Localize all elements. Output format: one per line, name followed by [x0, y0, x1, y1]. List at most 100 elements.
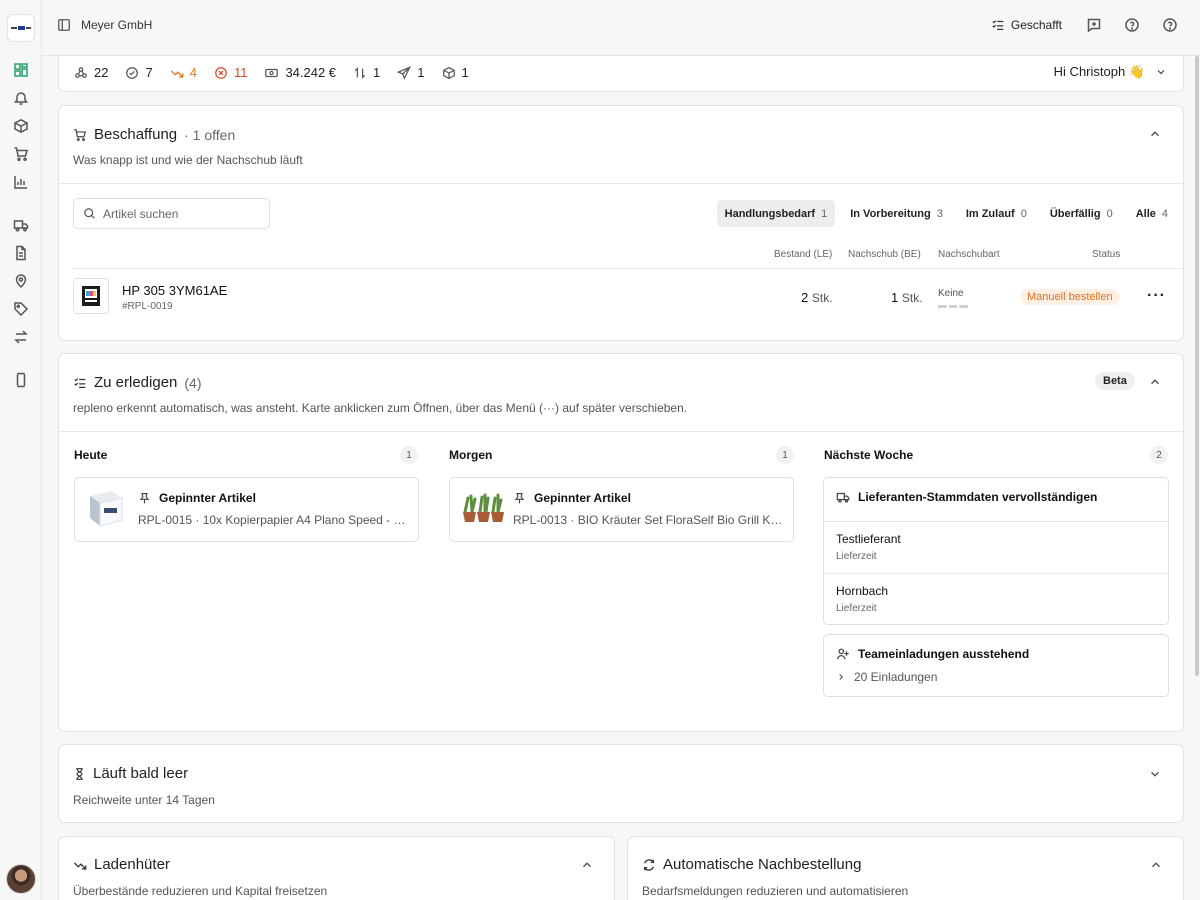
filter-preparing[interactable]: In Vorbereitung 3	[842, 200, 951, 227]
collapse-icon[interactable]	[1148, 375, 1162, 389]
filter-label: Handlungsbedarf	[724, 207, 816, 220]
slow-movers-subtitle: Überbestände reduzieren und Kapital frei…	[73, 884, 328, 898]
help-icon[interactable]	[1124, 17, 1140, 33]
supplier-name[interactable]: Testlieferant	[836, 532, 901, 546]
stat-low[interactable]: 4	[170, 65, 197, 80]
stat-value: 7	[145, 65, 153, 80]
package-icon[interactable]	[13, 118, 29, 134]
stat-sent[interactable]: 1	[397, 65, 425, 80]
document-icon[interactable]	[13, 245, 29, 261]
filter-overdue[interactable]: Überfällig 0	[1042, 200, 1121, 227]
stats-list: 22 7 4 11 34.242 € 1 1 1	[74, 65, 469, 80]
dashboard-icon[interactable]	[13, 62, 29, 78]
sidebar-toggle-icon[interactable]	[57, 18, 71, 32]
filter-count: 4	[1161, 207, 1168, 220]
done-button[interactable]: Geschafft	[991, 18, 1062, 32]
chart-icon[interactable]	[13, 174, 29, 190]
feedback-icon[interactable]	[1086, 17, 1102, 33]
chevron-down-icon	[1157, 70, 1165, 75]
stat-packages[interactable]: 1	[442, 65, 469, 80]
article-search[interactable]	[73, 198, 270, 229]
supplier-detail: Lieferzeit	[836, 551, 877, 562]
todo-title: Zu erledigen	[94, 374, 178, 391]
invitation-expander[interactable]: 20 Einladungen	[836, 670, 1136, 684]
user-menu[interactable]: Hi Christoph 👋	[1054, 64, 1167, 80]
cart-icon[interactable]	[13, 146, 29, 162]
stat-capital[interactable]: 34.242 €	[264, 65, 336, 80]
supplier-data-card[interactable]: Lieferanten-Stammdaten vervollständigen …	[823, 477, 1169, 625]
auto-reorder-card: Automatische Nachbestellung Bedarfsmeldu…	[627, 836, 1184, 900]
task-title: Gepinnter Artikel	[159, 491, 256, 505]
quantity-value: 2	[801, 290, 809, 305]
stat-critical[interactable]: 11	[214, 65, 248, 80]
send-icon	[397, 65, 412, 80]
map-pin-icon[interactable]	[13, 273, 29, 289]
running-low-card: Läuft bald leer Reichweite unter 14 Tage…	[58, 744, 1184, 823]
mobile-icon[interactable]	[13, 372, 29, 388]
today-task-card[interactable]: Gepinnter Artikel RPL-0015 · 10x Kopierp…	[74, 477, 419, 542]
page-scrollbar[interactable]	[1195, 56, 1199, 676]
company-logo[interactable]	[7, 14, 35, 42]
x-circle-icon	[215, 66, 227, 79]
supplier-name[interactable]: Hornbach	[836, 584, 888, 598]
slow-movers-card: Ladenhüter Überbestände reduzieren und K…	[58, 836, 615, 900]
task-title-row: Gepinnter Artikel	[513, 491, 631, 505]
user-avatar[interactable]	[6, 864, 36, 894]
procurement-subtitle: Was knapp ist und wie der Nachschub läuf…	[73, 153, 303, 167]
tomorrow-task-card[interactable]: Gepinnter Artikel RPL-0013 · BIO Kräuter…	[449, 477, 794, 542]
procurement-title-row: Beschaffung · 1 offen	[73, 126, 235, 143]
support-icon[interactable]	[1162, 17, 1178, 33]
transfer-icon[interactable]	[13, 329, 29, 345]
filter-action-needed[interactable]: Handlungsbedarf 1	[716, 200, 836, 227]
team-invitations-card[interactable]: Teameinladungen ausstehend 20 Einladunge…	[823, 634, 1169, 697]
task-title: Gepinnter Artikel	[534, 491, 631, 505]
chevron-down-icon[interactable]	[1148, 767, 1162, 781]
today-count: 1	[400, 446, 418, 464]
company-switcher[interactable]: Meyer GmbH	[57, 18, 152, 32]
truck-icon[interactable]	[13, 217, 29, 233]
trend-down-icon	[73, 861, 87, 870]
auto-reorder-subtitle: Bedarfsmeldungen reduzieren und automati…	[642, 884, 909, 898]
filter-incoming[interactable]: Im Zulauf 0	[958, 200, 1035, 227]
product-thumbnail[interactable]	[73, 278, 109, 314]
running-low-subtitle: Reichweite unter 14 Tagen	[73, 793, 215, 807]
filter-all[interactable]: Alle 4	[1128, 200, 1176, 227]
divider	[59, 431, 1183, 432]
stat-articles[interactable]: 22	[74, 65, 108, 80]
auto-reorder-title-row: Automatische Nachbestellung	[642, 856, 861, 873]
task-description: RPL-0013 · BIO Kräuter Set FloraSelf Bio…	[513, 513, 783, 527]
row-menu-button[interactable]: ···	[1147, 287, 1166, 305]
collapse-icon[interactable]	[1149, 858, 1163, 872]
quantity-unit: Stk.	[901, 291, 923, 305]
stat-value: 22	[94, 65, 109, 80]
product-sku: #RPL-0019	[122, 301, 173, 312]
main-content: 22 7 4 11 34.242 € 1 1 1 Hi Christoph 👋 …	[42, 56, 1194, 900]
collapse-icon[interactable]	[580, 858, 594, 872]
top-actions: Geschafft	[991, 17, 1200, 33]
checklist-icon	[74, 377, 86, 388]
supplier-card-title: Lieferanten-Stammdaten vervollständigen	[858, 490, 1098, 504]
search-input[interactable]	[103, 206, 253, 221]
stat-value: 11	[233, 65, 248, 80]
filter-label: Überfällig	[1049, 207, 1101, 220]
quantity-value: 1	[891, 290, 899, 305]
table-divider	[73, 268, 1183, 269]
team-card-title-row: Teameinladungen ausstehend	[836, 647, 1029, 661]
refresh-icon	[643, 858, 655, 871]
collapse-icon[interactable]	[1148, 127, 1162, 141]
stat-ok[interactable]: 7	[125, 65, 153, 80]
tag-icon[interactable]	[13, 301, 29, 317]
user-plus-icon	[836, 648, 849, 660]
stat-transfers[interactable]: 1	[353, 65, 380, 80]
todo-card: Zu erledigen (4) Beta repleno erkennt au…	[58, 353, 1184, 732]
todo-subtitle: repleno erkennt automatisch, was ansteht…	[73, 401, 688, 415]
bell-icon[interactable]	[13, 90, 29, 106]
method-placeholder	[938, 305, 968, 308]
tomorrow-count: 1	[776, 446, 794, 464]
hourglass-icon	[76, 767, 83, 780]
product-name[interactable]: HP 305 3YM61AE	[122, 283, 227, 298]
team-card-title: Teameinladungen ausstehend	[858, 647, 1030, 661]
procurement-filters: Handlungsbedarf 1 In Vorbereitung 3 Im Zul…	[716, 200, 1176, 227]
package-icon	[442, 66, 455, 79]
company-name: Meyer GmbH	[81, 18, 153, 32]
